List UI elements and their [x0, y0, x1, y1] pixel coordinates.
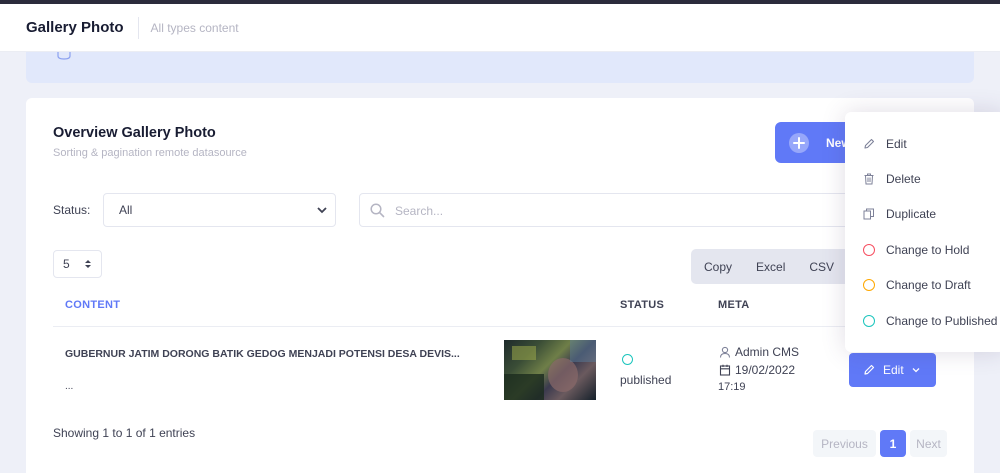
calendar-icon [719, 364, 731, 376]
circle-icon [863, 244, 875, 256]
column-header-content[interactable]: CONTENT [65, 299, 120, 311]
row-status: published [620, 373, 672, 387]
row-date-value: 19/02/2022 [735, 363, 796, 377]
card-subtitle: Sorting & pagination remote datasource [53, 147, 247, 159]
row-excerpt: ... [65, 381, 74, 392]
row-actions-dropdown: Edit Delete Duplicate Change to Hold Cha… [845, 112, 1000, 352]
pencil-icon [864, 138, 875, 149]
banner-icon [57, 52, 71, 60]
row-title[interactable]: GUBERNUR JATIM DORONG BATIK GEDOG MENJAD… [65, 346, 465, 363]
column-header-meta[interactable]: META [718, 299, 750, 311]
status-filter-label: Status: [53, 203, 91, 217]
page-header: Gallery Photo All types content [0, 4, 1000, 52]
page-size-value: 5 [63, 257, 70, 271]
dropdown-item-label: Change to Draft [886, 278, 971, 292]
export-copy-button[interactable]: Copy [704, 260, 732, 274]
row-author: Admin CMS [719, 345, 799, 359]
header-separator [137, 16, 139, 39]
entries-info: Showing 1 to 1 of 1 entries [53, 426, 196, 440]
pagination-page-1[interactable]: 1 [880, 430, 906, 457]
page-title: Gallery Photo [26, 19, 124, 36]
dropdown-item-duplicate[interactable]: Duplicate [845, 196, 1000, 231]
status-circle-icon [622, 354, 633, 365]
dropdown-item-label: Change to Hold [886, 243, 970, 257]
circle-icon [863, 279, 875, 291]
export-excel-button[interactable]: Excel [756, 260, 785, 274]
dropdown-item-label: Delete [886, 172, 921, 186]
page-subtitle: All types content [150, 20, 239, 35]
trash-icon [864, 173, 874, 185]
info-banner [26, 52, 974, 83]
dropdown-item-label: Edit [886, 137, 907, 151]
copy-icon [863, 208, 874, 220]
plus-icon [789, 132, 809, 153]
pagination-next[interactable]: Next [910, 430, 947, 457]
dropdown-item-delete[interactable]: Delete [845, 161, 1000, 196]
row-thumbnail [504, 340, 596, 400]
search-input[interactable] [395, 201, 795, 221]
dropdown-item-label: Duplicate [886, 207, 937, 221]
circle-icon [863, 315, 875, 327]
row-edit-label: Edit [883, 363, 904, 377]
card-title: Overview Gallery Photo [53, 125, 216, 141]
row-author-name: Admin CMS [735, 345, 800, 359]
dropdown-item-change-to-published[interactable]: Change to Published [845, 303, 1000, 338]
dropdown-item-label: Change to Published [886, 314, 998, 328]
pencil-icon [864, 364, 875, 375]
table-header-divider [53, 326, 947, 327]
row-edit-dropdown-button[interactable]: Edit [849, 353, 936, 387]
status-select-value: All [119, 203, 133, 217]
pagination-previous[interactable]: Previous [813, 430, 876, 457]
search-field[interactable] [359, 193, 879, 227]
dropdown-item-edit[interactable]: Edit [845, 126, 1000, 161]
search-icon [370, 203, 385, 218]
sort-arrows-icon [85, 260, 91, 268]
row-date: 19/02/2022 [719, 363, 795, 377]
user-icon [719, 346, 731, 358]
page-size-select[interactable]: 5 [53, 250, 102, 278]
dropdown-item-change-to-draft[interactable]: Change to Draft [845, 267, 1000, 302]
gallery-card: Overview Gallery Photo Sorting & paginat… [26, 98, 974, 473]
export-csv-button[interactable]: CSV [809, 260, 834, 274]
chevron-down-icon [317, 207, 327, 214]
row-time: 17:19 [718, 381, 746, 393]
dropdown-item-change-to-hold[interactable]: Change to Hold [845, 232, 1000, 267]
column-header-status[interactable]: STATUS [620, 299, 664, 311]
chevron-down-icon [912, 368, 920, 373]
status-select[interactable]: All [103, 193, 336, 227]
